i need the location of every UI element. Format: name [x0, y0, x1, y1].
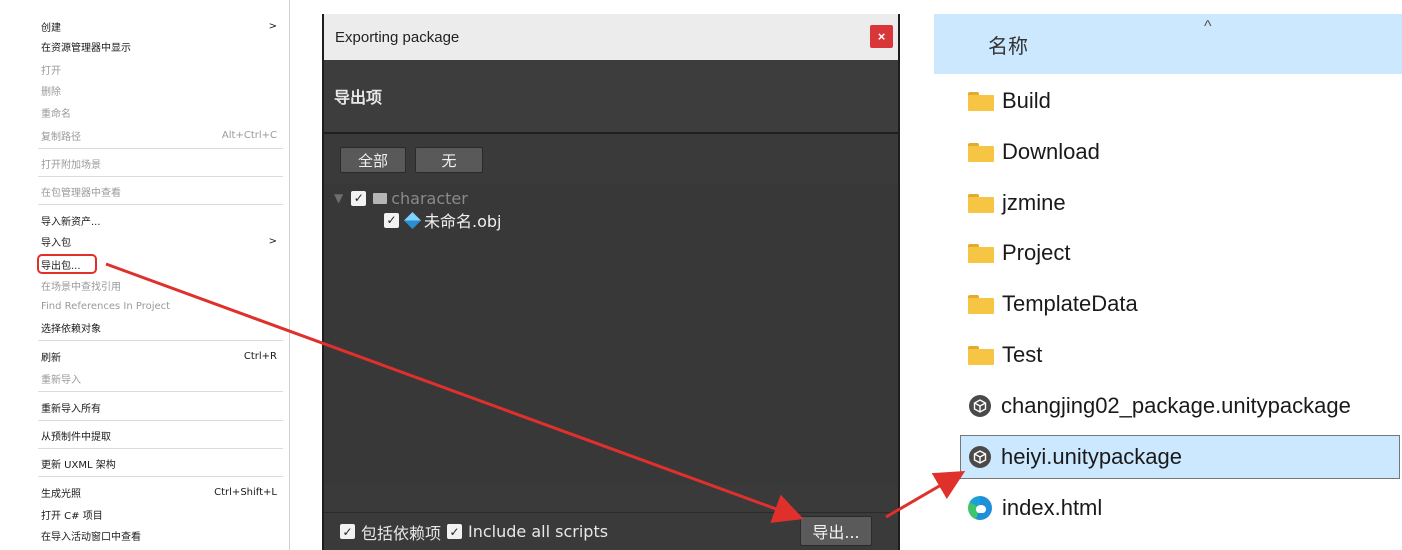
include-dependencies-checkbox[interactable]: ✓ — [340, 524, 355, 539]
menu-item-delete[interactable]: 删除 — [41, 81, 277, 99]
menu-item-open-csharp-project[interactable]: 打开 C# 项目 — [41, 505, 277, 523]
menu-item-view-in-package-manager[interactable]: 在包管理器中查看 — [41, 182, 277, 200]
chevron-right-icon: > — [268, 20, 277, 32]
menu-separator — [38, 391, 283, 392]
annotation-highlight-box — [37, 254, 97, 274]
dialog-titlebar: Exporting package × — [324, 14, 898, 60]
edge-browser-icon — [968, 496, 992, 520]
folder-checkbox[interactable]: ✓ — [351, 190, 367, 206]
file-row[interactable]: index.html — [961, 486, 1102, 530]
menu-separator — [38, 148, 283, 149]
file-name: TemplateData — [1002, 291, 1138, 316]
select-none-button[interactable]: 无 — [415, 147, 483, 173]
file-name: index.html — [1002, 495, 1103, 520]
chevron-right-icon: > — [268, 235, 277, 247]
menu-separator — [38, 176, 283, 177]
include-dependencies-label: 包括依赖项 — [361, 523, 442, 543]
file-name: Test — [1002, 342, 1043, 367]
shortcut-label: Ctrl+Shift+L — [214, 486, 277, 498]
close-icon[interactable]: × — [870, 25, 893, 48]
file-checkbox[interactable]: ✓ — [384, 212, 399, 228]
dialog-title: Exporting package — [335, 28, 460, 46]
context-menu: 创建 > 在资源管理器中显示 打开 删除 重命名 复制路径 Alt+Ctrl+C 打… — [0, 0, 290, 550]
file-row[interactable]: jzmine — [961, 181, 1066, 225]
expand-triangle-icon[interactable]: ▼ — [334, 191, 343, 205]
menu-item-import-package[interactable]: 导入包 > — [41, 232, 277, 250]
file-name: heiyi.unitypackage — [1001, 444, 1183, 469]
menu-separator — [38, 340, 283, 341]
unity-package-icon — [969, 395, 991, 417]
include-scripts-checkbox[interactable]: ✓ — [447, 524, 463, 539]
folder-icon — [968, 294, 994, 314]
include-scripts-label: Include all scripts — [468, 522, 609, 541]
menu-item-reimport[interactable]: 重新导入 — [41, 369, 277, 387]
file-row[interactable]: Download — [961, 130, 1100, 174]
folder-icon — [373, 192, 388, 204]
file-name: Download — [1002, 139, 1100, 164]
file-name: changjing02_package.unitypackage — [1001, 393, 1351, 418]
menu-separator — [38, 476, 283, 477]
file-name: Build — [1002, 88, 1051, 113]
shortcut-label: Ctrl+R — [243, 350, 277, 362]
folder-name: character — [391, 188, 468, 208]
folder-icon — [968, 345, 994, 365]
menu-separator — [38, 204, 283, 205]
menu-item-rename[interactable]: 重命名 — [41, 103, 277, 121]
file-row-selected[interactable]: heiyi.unitypackage — [960, 435, 1400, 479]
dialog-footer: ✓ 包括依赖项 ✓ Include all scripts 导出... — [324, 512, 898, 550]
folder-icon — [968, 243, 994, 263]
menu-item-reimport-all[interactable]: 重新导入所有 — [41, 398, 277, 416]
export-package-dialog: Exporting package × 导出项 全部 无 ▼ ✓ charact… — [322, 14, 900, 550]
menu-item-find-references-in-scene[interactable]: 在场景中查找引用 — [41, 276, 277, 294]
menu-item-generate-lighting[interactable]: 生成光照 Ctrl+Shift+L — [41, 483, 277, 501]
menu-item-show-in-explorer[interactable]: 在资源管理器中显示 — [41, 37, 277, 55]
menu-separator — [38, 420, 283, 421]
menu-separator — [38, 448, 283, 449]
menu-item-find-references-in-project[interactable]: Find References In Project — [41, 297, 277, 315]
mesh-cube-icon — [404, 211, 421, 229]
unity-package-icon — [969, 446, 991, 468]
file-row[interactable]: Project — [961, 231, 1070, 275]
tree-row-folder[interactable]: ▼ ✓ character — [334, 187, 468, 209]
folder-icon — [968, 91, 994, 111]
file-explorer: 名称 ^ Build Download jzmine Project Templ… — [934, 0, 1402, 550]
menu-item-extract-from-prefab[interactable]: 从预制件中提取 — [41, 426, 277, 444]
sort-up-icon: ^ — [1204, 18, 1212, 35]
menu-item-open-additive-scene[interactable]: 打开附加场景 — [41, 154, 277, 172]
folder-icon — [968, 193, 994, 213]
tree-row-file[interactable]: ✓ 未命名.obj — [384, 209, 501, 231]
select-all-button[interactable]: 全部 — [340, 147, 406, 173]
file-row[interactable]: Test — [961, 333, 1042, 377]
file-row[interactable]: changjing02_package.unitypackage — [961, 384, 1351, 428]
menu-item-update-uxml-schema[interactable]: 更新 UXML 架构 — [41, 454, 277, 472]
menu-item-copy-path[interactable]: 复制路径 Alt+Ctrl+C — [41, 126, 277, 144]
file-row[interactable]: TemplateData — [961, 282, 1138, 326]
shortcut-label: Alt+Ctrl+C — [221, 129, 277, 141]
folder-icon — [968, 142, 994, 162]
file-name: 未命名.obj — [424, 212, 502, 231]
menu-item-view-in-import-activity[interactable]: 在导入活动窗口中查看 — [41, 526, 277, 544]
menu-item-open[interactable]: 打开 — [41, 60, 277, 78]
menu-item-create[interactable]: 创建 > — [41, 17, 277, 35]
menu-item-refresh[interactable]: 刷新 Ctrl+R — [41, 347, 277, 365]
menu-item-import-new-asset[interactable]: 导入新资产... — [41, 211, 277, 229]
file-name: Project — [1002, 240, 1071, 265]
export-tree: ▼ ✓ character ✓ 未命名.obj — [324, 184, 898, 484]
column-header-name[interactable]: 名称 — [934, 14, 1402, 74]
file-name: jzmine — [1002, 190, 1066, 215]
file-row[interactable]: Build — [961, 79, 1051, 123]
menu-item-select-dependencies[interactable]: 选择依赖对象 — [41, 318, 277, 336]
dialog-header: 导出项 — [324, 60, 898, 134]
export-button[interactable]: 导出... — [800, 516, 872, 546]
